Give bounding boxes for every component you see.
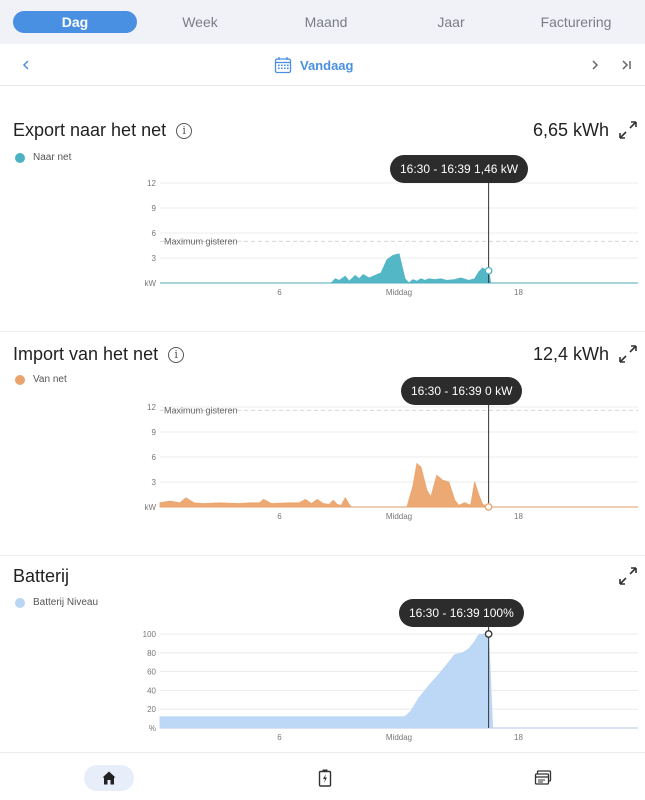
x-tick-label: 6 xyxy=(277,288,282,297)
tab-dag[interactable]: Dag xyxy=(13,11,137,33)
bottom-navigation xyxy=(0,752,645,800)
tab-facturering[interactable]: Facturering xyxy=(521,11,631,33)
cursor-point xyxy=(484,630,493,638)
y-tick-label: 9 xyxy=(152,204,157,213)
legend-swatch xyxy=(15,374,25,385)
y-tick-label: 40 xyxy=(147,686,156,695)
date-label: Vandaag xyxy=(300,57,354,73)
legend-swatch xyxy=(15,152,25,163)
chevron-right-icon xyxy=(592,60,599,70)
max-yesterday-label: Maximum gisteren xyxy=(164,405,238,415)
date-navigation: Vandaag xyxy=(0,44,645,86)
calendar-icon xyxy=(274,57,292,74)
y-tick-label: 80 xyxy=(147,649,156,658)
export-title-row: Export naar het net i xyxy=(13,120,193,141)
y-tick-label: kW xyxy=(144,279,156,288)
import-chart[interactable]: kW 3 6 9 12 6 Middag 18 Maximum gisteren xyxy=(0,379,645,524)
cursor-point xyxy=(484,503,493,511)
nav-battery[interactable] xyxy=(300,765,350,791)
y-tick-label: 12 xyxy=(147,179,156,188)
y-tick-label: 3 xyxy=(152,478,157,487)
x-tick-label: 18 xyxy=(514,512,523,521)
info-icon[interactable]: i xyxy=(176,122,193,139)
home-icon xyxy=(102,771,116,785)
x-tick-label: Middag xyxy=(386,512,412,521)
bills-icon xyxy=(534,770,552,785)
y-tick-label: 6 xyxy=(152,229,157,238)
battery-chart[interactable]: % 20 40 60 80 100 6 Middag 18 xyxy=(0,605,645,745)
series-area xyxy=(159,633,638,729)
import-title-row: Import van het net i xyxy=(13,344,185,365)
import-legend[interactable]: Van net xyxy=(15,374,67,385)
nav-home[interactable] xyxy=(84,765,134,791)
battery-charging-icon xyxy=(318,769,332,787)
expand-icon[interactable] xyxy=(618,120,638,140)
export-chart[interactable]: kW 3 6 9 12 6 Middag 18 Maximum gisteren xyxy=(0,155,645,300)
series-area xyxy=(159,462,638,508)
last-day-button[interactable] xyxy=(616,54,638,76)
export-title: Export naar het net xyxy=(13,120,167,140)
battery-tooltip: 16:30 - 16:39 100% xyxy=(399,599,524,627)
battery-title-row: Batterij xyxy=(13,566,69,587)
previous-day-button[interactable] xyxy=(15,54,37,76)
export-legend[interactable]: Naar net xyxy=(15,152,71,163)
x-tick-label: 18 xyxy=(514,288,523,297)
next-day-button[interactable] xyxy=(584,54,606,76)
y-tick-label: 3 xyxy=(152,254,157,263)
y-tick-label: 20 xyxy=(147,705,156,714)
y-tick-label: 60 xyxy=(147,668,156,677)
y-tick-label: % xyxy=(149,724,156,733)
cursor-point xyxy=(484,266,493,275)
date-picker-button[interactable]: Vandaag xyxy=(274,54,353,76)
chevron-left-icon xyxy=(22,60,29,70)
legend-label: Van net xyxy=(33,374,67,385)
info-icon[interactable]: i xyxy=(168,346,185,363)
tab-jaar[interactable]: Jaar xyxy=(401,11,501,33)
export-total: 6,65 kWh xyxy=(532,120,609,140)
expand-icon[interactable] xyxy=(618,566,638,586)
x-tick-label: Middag xyxy=(386,733,412,742)
legend-swatch xyxy=(15,597,25,608)
x-tick-label: 18 xyxy=(514,733,523,742)
tab-week[interactable]: Week xyxy=(150,11,250,33)
expand-icon[interactable] xyxy=(618,344,638,364)
battery-title: Batterij xyxy=(13,566,70,586)
import-total: 12,4 kWh xyxy=(532,344,609,364)
import-title: Import van het net xyxy=(13,344,159,364)
x-tick-label: Middag xyxy=(386,288,412,297)
battery-legend[interactable]: Batterij Niveau xyxy=(15,597,98,608)
skip-to-end-icon xyxy=(622,60,631,70)
y-tick-label: 6 xyxy=(152,453,157,462)
legend-label: Batterij Niveau xyxy=(33,597,99,608)
tab-maand[interactable]: Maand xyxy=(276,11,376,33)
y-tick-label: kW xyxy=(144,503,156,512)
x-tick-label: 6 xyxy=(277,512,282,521)
nav-billing[interactable] xyxy=(518,765,568,791)
y-tick-label: 12 xyxy=(147,403,156,412)
legend-label: Naar net xyxy=(33,152,72,163)
y-tick-label: 9 xyxy=(152,428,157,437)
max-yesterday-label: Maximum gisteren xyxy=(164,236,238,246)
x-tick-label: 6 xyxy=(277,733,282,742)
y-tick-label: 100 xyxy=(143,630,157,639)
period-tabs: Dag Week Maand Jaar Facturering xyxy=(0,0,645,44)
export-tooltip: 16:30 - 16:39 1,46 kW xyxy=(390,155,529,183)
import-tooltip: 16:30 - 16:39 0 kW xyxy=(401,377,523,405)
